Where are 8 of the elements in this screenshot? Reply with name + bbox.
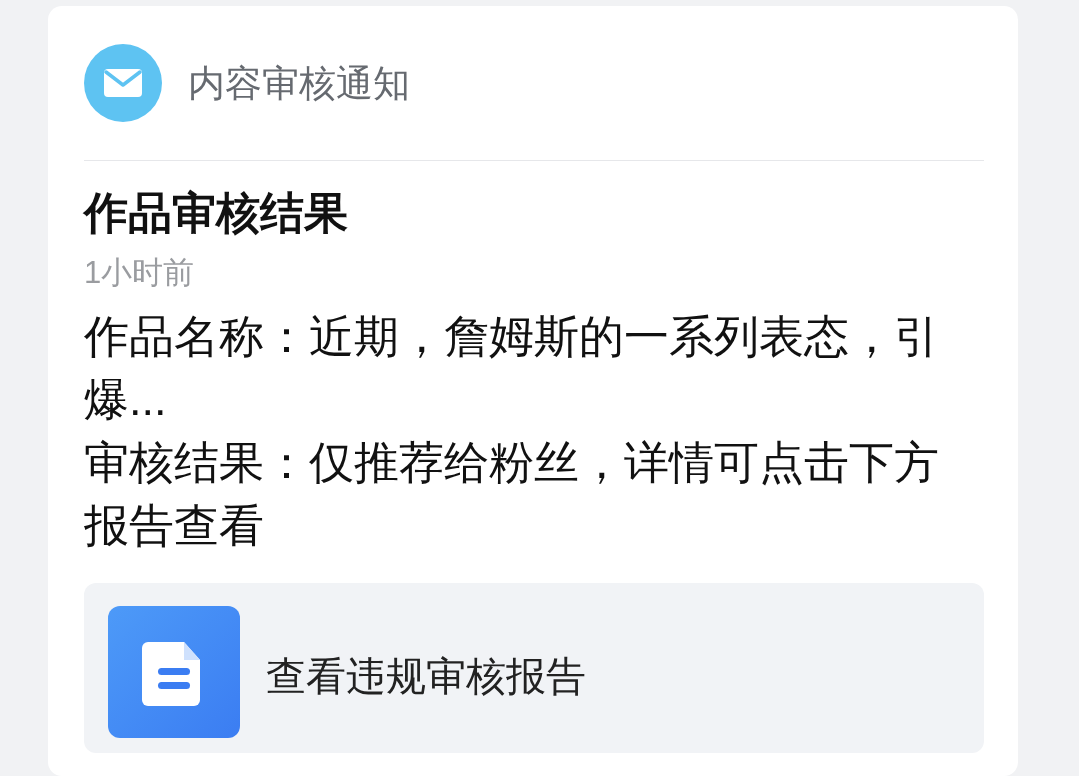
document-icon xyxy=(108,606,240,738)
envelope-icon xyxy=(84,44,162,122)
message-text: 作品名称：近期，詹姆斯的一系列表态，引爆... xyxy=(84,310,940,427)
timestamp: 1小时前 xyxy=(84,254,196,292)
notification-title: 作品审核结果 xyxy=(84,187,349,239)
report-link[interactable]: 查看违规审核报告 xyxy=(84,583,984,753)
message-text: 审核结果：仅推荐给粉丝，详情可点击下方报告查看 xyxy=(84,436,940,553)
notification-source: 内容审核通知 xyxy=(188,64,410,102)
